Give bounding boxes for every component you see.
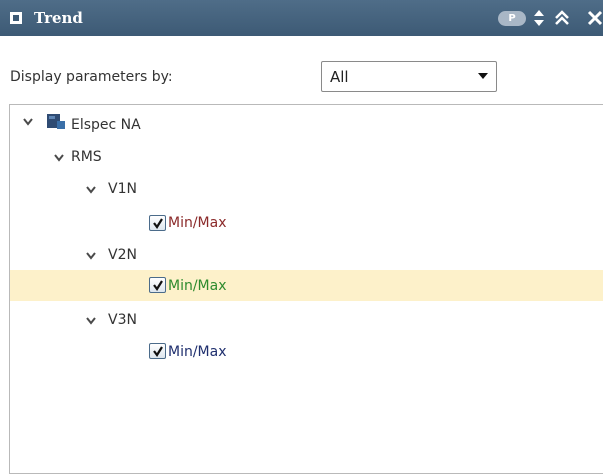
chevron-down-icon[interactable] [85,316,97,326]
tree-node-rms[interactable]: RMS [71,149,102,165]
chevron-down-icon[interactable] [85,185,97,195]
window-title: Trend [34,9,83,27]
tree-node-elspec-na[interactable]: Elspec NA [71,117,141,133]
window-square-icon [10,12,22,24]
tree-node-v2n[interactable]: V2N [108,247,137,263]
p-badge-button[interactable]: P [498,11,526,26]
highlighted-row [10,270,603,301]
display-parameters-label: Display parameters by: [10,69,173,85]
collapse-up-icon[interactable] [553,8,571,28]
tree-node-v3n[interactable]: V3N [108,312,137,328]
chevron-down-icon [478,73,488,79]
chevron-down-icon[interactable] [22,117,34,127]
min-max-checkbox-v3n[interactable] [149,343,166,359]
display-parameters-select[interactable]: All [321,61,497,92]
select-value: All [330,68,349,86]
tree-node-v1n[interactable]: V1N [108,181,137,197]
chevron-down-icon[interactable] [53,153,65,163]
min-max-label-v3n[interactable]: Min/Max [168,344,227,360]
close-icon[interactable] [586,8,603,28]
min-max-checkbox-v1n[interactable] [149,215,166,231]
min-max-checkbox-v2n[interactable] [149,277,166,293]
sort-arrows-icon[interactable] [533,8,551,28]
min-max-label-v1n[interactable]: Min/Max [168,215,227,231]
parameter-tree: Elspec NA RMS V1N Min/Max V2N Min/Max V3… [9,104,603,474]
window-titlebar: Trend P [0,0,603,36]
chevron-down-icon[interactable] [85,251,97,261]
min-max-label-v2n[interactable]: Min/Max [168,278,227,294]
device-icon [47,114,65,129]
